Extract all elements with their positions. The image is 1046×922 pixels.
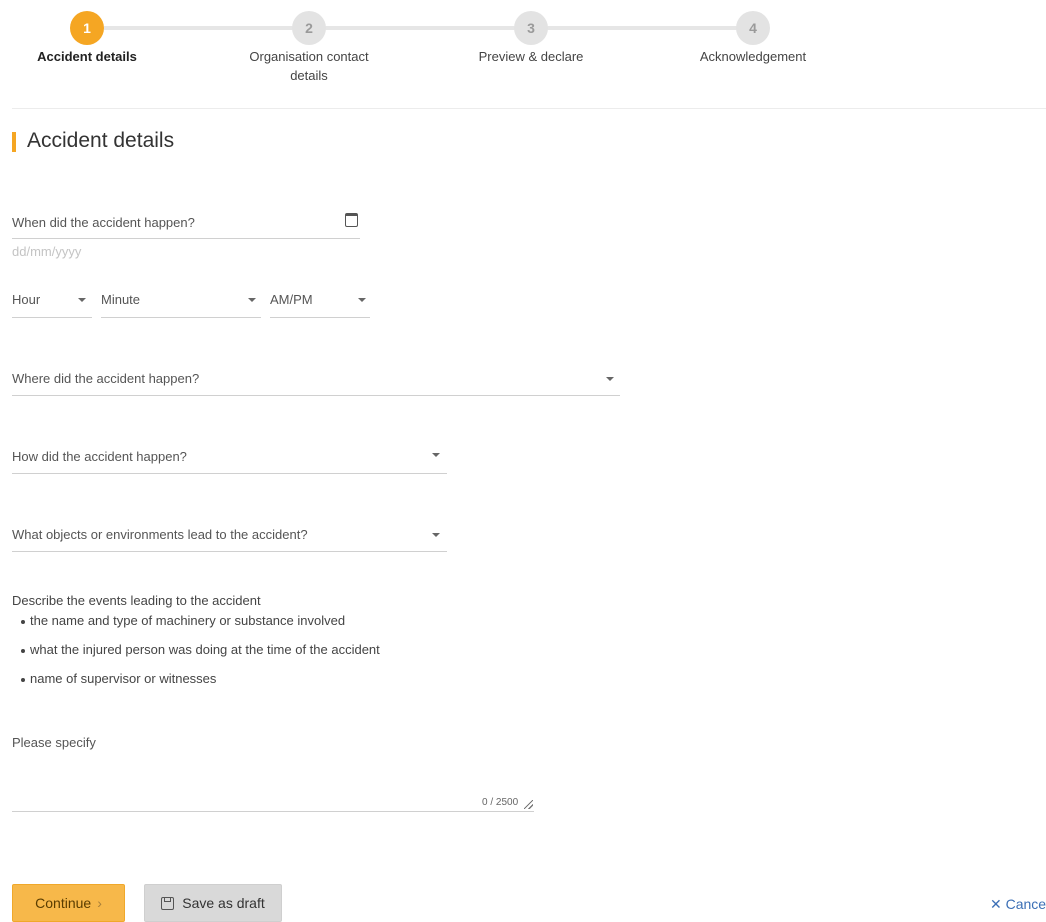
save-icon xyxy=(161,896,175,910)
where-select[interactable]: Where did the accident happen? xyxy=(12,362,620,396)
how-select[interactable]: How did the accident happen? xyxy=(12,440,447,474)
step-3-circle: 3 xyxy=(514,11,548,45)
accident-date-label: When did the accident happen? xyxy=(12,215,195,230)
chevron-down-icon xyxy=(248,298,256,302)
specify-label: Please specify xyxy=(12,735,96,750)
hour-select-label: Hour xyxy=(12,292,41,307)
chevron-down-icon xyxy=(606,377,614,381)
step-2-circle: 2 xyxy=(292,11,326,45)
accident-date-placeholder: dd/mm/yyyy xyxy=(12,244,82,259)
stepper-line xyxy=(104,26,738,30)
save-draft-label: Save as draft xyxy=(182,895,265,911)
save-draft-button[interactable]: Save as draft xyxy=(144,884,282,922)
bullet-dot xyxy=(21,678,25,682)
step-4-circle: 4 xyxy=(736,11,770,45)
chevron-down-icon xyxy=(432,453,440,457)
step-4-label: Acknowledgement xyxy=(699,49,807,64)
description-bullet-3: name of supervisor or witnesses xyxy=(30,671,217,686)
chevron-right-icon: › xyxy=(97,895,102,911)
calendar-icon[interactable] xyxy=(345,213,358,227)
where-select-label: Where did the accident happen? xyxy=(12,371,200,386)
cancel-label: Cance xyxy=(1005,896,1046,912)
bullet-dot xyxy=(21,649,25,653)
step-2-label-line1: Organisation contact xyxy=(249,49,369,64)
section-accent-bar xyxy=(12,132,16,152)
chevron-down-icon xyxy=(432,533,440,537)
step-2-label-line2: details xyxy=(290,68,328,83)
continue-label: Continue xyxy=(35,895,92,911)
resize-handle[interactable] xyxy=(524,800,533,809)
step-1-label: Accident details xyxy=(37,49,137,64)
step-2-label: Organisation contact details xyxy=(224,47,394,85)
character-counter: 0 / 2500 xyxy=(482,797,519,808)
ampm-select-label: AM/PM xyxy=(270,292,313,307)
ampm-select[interactable]: AM/PM xyxy=(270,284,370,318)
chevron-down-icon xyxy=(358,298,366,302)
minute-select[interactable]: Minute xyxy=(101,284,261,318)
step-3-label: Preview & declare xyxy=(478,49,584,64)
stepper-divider xyxy=(12,108,1046,109)
chevron-down-icon xyxy=(78,298,86,302)
cancel-link[interactable]: ✕ Cance xyxy=(990,896,1046,913)
accident-date-field[interactable]: When did the accident happen? xyxy=(12,205,360,239)
objects-select-label: What objects or environments lead to the… xyxy=(12,527,308,542)
minute-select-label: Minute xyxy=(101,292,141,307)
specify-textarea[interactable]: Please specify 0 / 2500 xyxy=(12,734,534,812)
continue-button[interactable]: Continue › xyxy=(12,884,125,922)
section-title: Accident details xyxy=(27,129,175,152)
description-intro: Describe the events leading to the accid… xyxy=(12,593,261,608)
objects-select[interactable]: What objects or environments lead to the… xyxy=(12,518,447,552)
step-1-circle: 1 xyxy=(70,11,104,45)
description-bullet-2: what the injured person was doing at the… xyxy=(30,642,380,657)
description-bullet-1: the name and type of machinery or substa… xyxy=(30,613,346,628)
close-icon: ✕ xyxy=(990,896,1002,912)
hour-select[interactable]: Hour xyxy=(12,284,92,318)
bullet-dot xyxy=(21,620,25,624)
how-select-label: How did the accident happen? xyxy=(12,449,187,464)
